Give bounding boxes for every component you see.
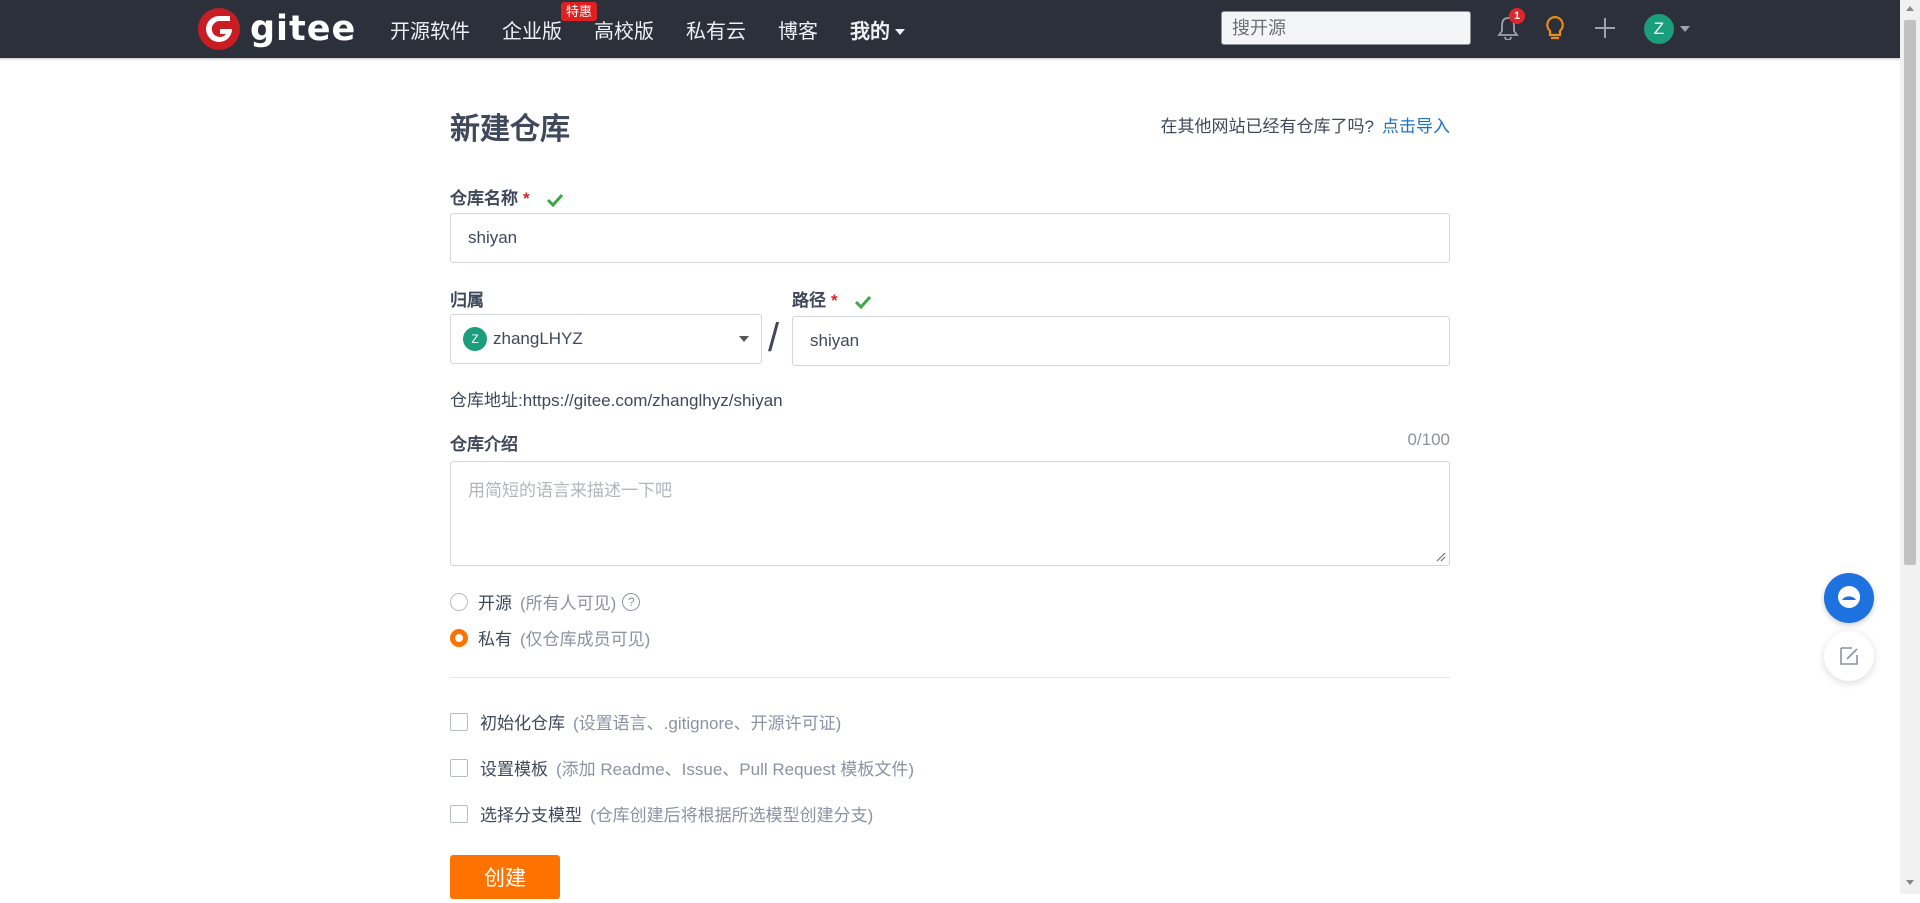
branch-model-hint: (仓库创建后将根据所选模型创建分支) <box>590 806 874 825</box>
path-input[interactable]: shiyan <box>792 316 1450 366</box>
gitee-logo[interactable]: gitee <box>198 8 356 50</box>
help-question-icon[interactable]: ? <box>622 592 641 611</box>
create-new-button[interactable] <box>1591 14 1619 42</box>
import-link[interactable]: 点击导入 <box>1382 117 1450 136</box>
assistant-float-button[interactable] <box>1824 573 1874 623</box>
idea-button[interactable] <box>1541 14 1569 42</box>
lightbulb-icon <box>1546 15 1564 40</box>
top-navbar: gitee 开源软件 企业版 特惠 高校版 私有云 博客 我的 1 Z <box>0 0 1900 58</box>
nav-mine-dropdown[interactable]: 我的 <box>850 15 905 44</box>
branch-model-checkbox[interactable] <box>450 804 468 823</box>
plus-icon <box>1595 18 1615 38</box>
owner-path-separator: / <box>768 316 780 360</box>
edit-feedback-icon <box>1840 647 1858 665</box>
branch-model-label: 选择分支模型 <box>480 806 582 825</box>
chevron-down-icon <box>895 29 905 36</box>
repo-url-value: https://gitee.com/zhanglhyz/shiyan <box>522 391 783 410</box>
user-avatar[interactable]: Z <box>1644 14 1674 44</box>
branch-model-option[interactable]: 选择分支模型 (仓库创建后将根据所选模型创建分支) <box>450 801 873 826</box>
scrollbar-thumb[interactable] <box>1904 20 1916 565</box>
init-repo-hint: (设置语言、.gitignore、开源许可证) <box>573 714 842 733</box>
scroll-up-arrow-icon[interactable] <box>1906 6 1914 11</box>
private-label: 私有 <box>478 630 512 649</box>
visibility-public-option[interactable]: 开源 (所有人可见) ? <box>450 589 641 614</box>
avatar-chevron-down-icon[interactable] <box>1680 26 1690 32</box>
path-label: 路径 * <box>792 286 872 311</box>
description-placeholder: 用简短的语言来描述一下吧 <box>468 481 672 500</box>
create-button[interactable]: 创建 <box>450 855 560 899</box>
gitee-logo-icon <box>198 8 240 50</box>
repo-name-label: 仓库名称 * <box>450 184 564 209</box>
public-radio[interactable] <box>450 592 468 611</box>
resize-handle-icon[interactable] <box>1436 552 1446 562</box>
nav-enterprise[interactable]: 企业版 特惠 <box>502 1 598 44</box>
visibility-private-option[interactable]: 私有 (仅仓库成员可见) <box>450 625 650 650</box>
public-hint: (所有人可见) <box>520 594 617 613</box>
feedback-float-button[interactable] <box>1824 631 1874 681</box>
import-hint: 在其他网站已经有仓库了吗? 点击导入 <box>1161 112 1450 137</box>
main-nav: 开源软件 企业版 特惠 高校版 私有云 博客 我的 <box>390 0 937 58</box>
nav-private-cloud[interactable]: 私有云 <box>686 15 746 44</box>
notification-count-badge: 1 <box>1509 8 1525 24</box>
nav-education[interactable]: 高校版 <box>594 15 654 44</box>
nav-blog[interactable]: 博客 <box>778 15 818 44</box>
import-prompt: 在其他网站已经有仓库了吗? <box>1160 117 1374 136</box>
repo-url: 仓库地址:https://gitee.com/zhanglhyz/shiyan <box>450 386 783 411</box>
template-checkbox[interactable] <box>450 758 468 777</box>
init-repo-checkbox[interactable] <box>450 712 468 731</box>
owner-value: zhangLHYZ <box>493 329 583 348</box>
page-scrollbar[interactable] <box>1900 0 1920 894</box>
template-hint: (添加 Readme、Issue、Pull Request 模板文件) <box>556 760 915 779</box>
template-label: 设置模板 <box>480 760 548 779</box>
repo-url-label: 仓库地址: <box>450 391 523 410</box>
owner-select[interactable]: Z zhangLHYZ <box>450 314 762 364</box>
path-label-text: 路径 <box>792 291 826 310</box>
divider <box>450 677 1450 678</box>
check-icon <box>855 295 872 309</box>
init-repo-option[interactable]: 初始化仓库 (设置语言、.gitignore、开源许可证) <box>450 709 841 734</box>
page-title: 新建仓库 <box>450 113 570 146</box>
scroll-down-arrow-icon[interactable] <box>1906 880 1914 885</box>
nav-mine-label: 我的 <box>850 20 890 43</box>
check-icon <box>547 193 564 207</box>
public-label: 开源 <box>478 594 512 613</box>
chat-assistant-icon <box>1838 586 1861 608</box>
description-counter: 0/100 <box>1407 430 1450 449</box>
nav-open-source[interactable]: 开源软件 <box>390 15 470 44</box>
required-mark: * <box>523 189 530 208</box>
description-label: 仓库介绍 <box>450 435 518 454</box>
required-mark: * <box>831 291 838 310</box>
init-repo-label: 初始化仓库 <box>480 714 565 733</box>
promo-badge: 特惠 <box>561 1 598 21</box>
private-hint: (仅仓库成员可见) <box>520 630 651 649</box>
search-input[interactable] <box>1221 11 1471 45</box>
owner-label: 归属 <box>450 291 484 310</box>
repo-name-label-text: 仓库名称 <box>450 189 518 208</box>
private-radio[interactable] <box>450 628 468 647</box>
chevron-down-icon <box>739 336 749 342</box>
owner-avatar: Z <box>463 327 487 351</box>
nav-enterprise-label: 企业版 <box>502 20 562 43</box>
template-option[interactable]: 设置模板 (添加 Readme、Issue、Pull Request 模板文件) <box>450 755 914 780</box>
repo-name-input[interactable]: shiyan <box>450 213 1450 263</box>
description-textarea[interactable]: 用简短的语言来描述一下吧 <box>450 461 1450 566</box>
logo-text: gitee <box>250 9 357 49</box>
